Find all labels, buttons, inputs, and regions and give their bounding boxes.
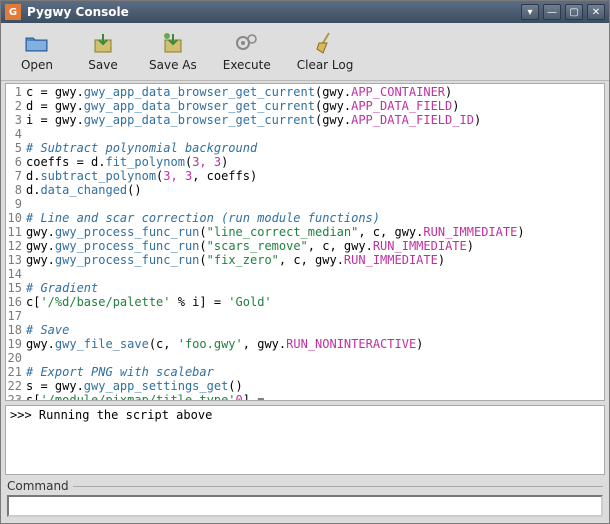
code-line: 2d = gwy.gwy_app_data_browser_get_curren… (6, 99, 604, 113)
code-line: 1c = gwy.gwy_app_data_browser_get_curren… (6, 85, 604, 99)
code-line: 22s = gwy.gwy_app_settings_get() (6, 379, 604, 393)
code-line: 20 (6, 351, 604, 365)
clearlog-label: Clear Log (297, 58, 354, 72)
code-line: 11gwy.gwy_process_func_run("line_correct… (6, 225, 604, 239)
code-line: 8d.data_changed() (6, 183, 604, 197)
app-icon: G (5, 4, 21, 20)
code-line: 7d.subtract_polynom(3, 3, coeffs) (6, 169, 604, 183)
code-line: 13gwy.gwy_process_func_run("fix_zero", c… (6, 253, 604, 267)
code-line: 9 (6, 197, 604, 211)
save-icon (89, 31, 117, 55)
code-line: 16c['/%d/base/palette' % i] = 'Gold' (6, 295, 604, 309)
execute-label: Execute (223, 58, 271, 72)
clearlog-button[interactable]: Clear Log (293, 29, 358, 74)
saveas-icon (159, 31, 187, 55)
broom-icon (311, 31, 339, 55)
code-line: 17 (6, 309, 604, 323)
command-input[interactable] (7, 495, 603, 517)
minimize-button[interactable]: — (543, 4, 561, 20)
main-window: G Pygwy Console ▾ — ▢ ✕ Open Save Save A… (0, 0, 610, 524)
code-line: 4 (6, 127, 604, 141)
command-label: Command (7, 479, 69, 493)
titlebar[interactable]: G Pygwy Console ▾ — ▢ ✕ (1, 1, 609, 23)
saveas-button[interactable]: Save As (145, 29, 201, 74)
output-log[interactable]: >>> Running the script above (5, 405, 605, 475)
window-title: Pygwy Console (27, 5, 521, 19)
toolbar: Open Save Save As Execute Clear Log (1, 23, 609, 81)
output-text: >>> Running the script above (10, 408, 212, 422)
code-line: 18# Save (6, 323, 604, 337)
save-label: Save (88, 58, 117, 72)
saveas-label: Save As (149, 58, 197, 72)
code-line: 12gwy.gwy_process_func_run("scars_remove… (6, 239, 604, 253)
code-editor[interactable]: 1c = gwy.gwy_app_data_browser_get_curren… (5, 83, 605, 401)
open-label: Open (21, 58, 53, 72)
maximize-button[interactable]: ▢ (565, 4, 583, 20)
command-section: Command (1, 477, 609, 523)
code-line: 6coeffs = d.fit_polynom(3, 3) (6, 155, 604, 169)
code-line: 23s['/module/pixmap/title type'0] = (6, 393, 604, 401)
divider (73, 486, 603, 487)
code-line: 19gwy.gwy_file_save(c, 'foo.gwy', gwy.RU… (6, 337, 604, 351)
code-line: 14 (6, 267, 604, 281)
close-button[interactable]: ✕ (587, 4, 605, 20)
save-button[interactable]: Save (79, 29, 127, 74)
code-line: 15# Gradient (6, 281, 604, 295)
folder-open-icon (23, 31, 51, 55)
rollup-button[interactable]: ▾ (521, 4, 539, 20)
code-line: 10# Line and scar correction (run module… (6, 211, 604, 225)
code-line: 3i = gwy.gwy_app_data_browser_get_curren… (6, 113, 604, 127)
execute-button[interactable]: Execute (219, 29, 275, 74)
open-button[interactable]: Open (13, 29, 61, 74)
code-line: 5# Subtract polynomial background (6, 141, 604, 155)
gears-icon (233, 31, 261, 55)
code-line: 21# Export PNG with scalebar (6, 365, 604, 379)
